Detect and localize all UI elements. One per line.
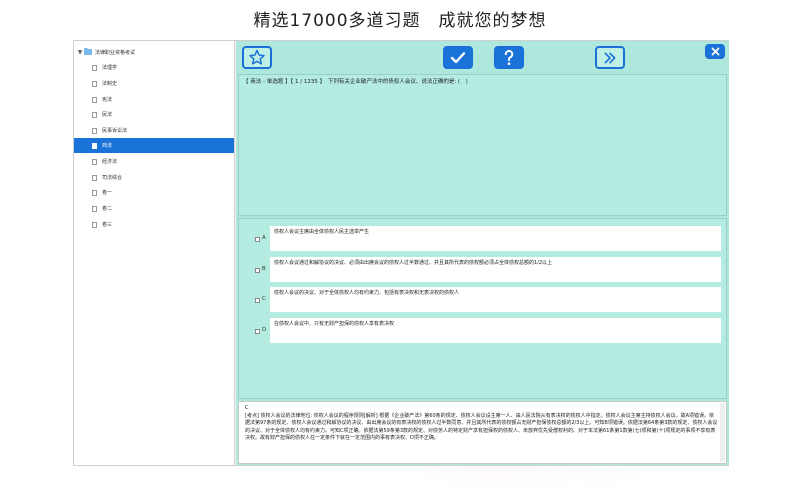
close-button[interactable] (705, 44, 725, 59)
option-text-box[interactable]: 在债权人会议中、只有无财产担保的债权人享有表决权 (270, 318, 721, 343)
answer-explanation: C [考点] 债权人会议的法律地位: 债权人会议的程序规则[解析] 根据《企业破… (245, 405, 719, 443)
option-c-checkbox[interactable] (255, 298, 260, 303)
sidebar-item-commercial-law[interactable]: 商法 (74, 138, 234, 153)
file-icon (92, 96, 97, 103)
option-letter: D (262, 327, 267, 333)
option-text: 债权人会议通过和解协议的决议、必须由出席会议的债权人过半数通过、并且其所代表的债… (274, 260, 553, 266)
sidebar: ▼ 法律职业资格考试 法理学 法制史 宪法 民法 民事诉讼法 商法 经济法 司法… (74, 41, 235, 465)
disclosure-triangle-icon[interactable]: ▼ (76, 49, 84, 56)
option-letter: B (262, 266, 266, 272)
option-letter: A (262, 235, 266, 241)
file-icon (92, 189, 97, 196)
file-icon (92, 80, 97, 87)
answer-panel[interactable]: C [考点] 债权人会议的法律地位: 债权人会议的程序规则[解析] 根据《企业破… (238, 401, 727, 464)
sidebar-item-economic-law[interactable]: 经济法 (74, 154, 234, 169)
sidebar-item-volume-3[interactable]: 卷三 (74, 217, 234, 232)
double-chevron-right-icon (604, 52, 616, 63)
question-panel: 【 商法 - 单选题 】【 1 / 1235 】 下列有关企业破产法中的债权人会… (238, 74, 727, 216)
toolbar (236, 41, 729, 73)
sidebar-item-label: 商法 (102, 143, 113, 149)
option-c[interactable]: C 债权人会议的决议、对于全体债权人均有约束力、包括有表决权和无表决权的债权人 (239, 280, 728, 312)
sidebar-item-legal-history[interactable]: 法制史 (74, 76, 234, 91)
option-a[interactable]: A 债权人会议主席由全体债权人民主选举产生 (239, 219, 728, 251)
answer-label: C (245, 405, 249, 411)
star-icon (249, 49, 265, 65)
option-d-checkbox[interactable] (255, 329, 260, 334)
option-letter: C (262, 296, 266, 302)
file-icon (92, 64, 97, 71)
file-icon (92, 142, 97, 149)
option-a-checkbox[interactable] (255, 237, 260, 242)
promo-headline: 精选17000多道习题 成就您的梦想 (253, 11, 547, 31)
file-icon (92, 221, 97, 228)
option-text: 债权人会议的决议、对于全体债权人均有约束力、包括有表决权和无表决权的债权人 (274, 290, 460, 296)
favorite-button[interactable] (242, 46, 272, 69)
folder-icon (84, 47, 92, 55)
options-panel: A 债权人会议主席由全体债权人民主选举产生 B 债权人会议通过和解协议的决议、必… (238, 218, 727, 399)
next-question-button[interactable] (595, 46, 625, 69)
sidebar-item-label: 卷一 (102, 190, 113, 196)
show-answer-button[interactable] (494, 46, 524, 69)
close-icon (711, 47, 719, 56)
file-icon (92, 174, 97, 181)
file-icon (92, 127, 97, 134)
app-window: ▼ 法律职业资格考试 法理学 法制史 宪法 民法 民事诉讼法 商法 经济法 司法… (73, 40, 729, 466)
submit-answer-button[interactable] (443, 46, 473, 69)
option-b-checkbox[interactable] (255, 268, 260, 273)
option-text: 在债权人会议中、只有无财产担保的债权人享有表决权 (274, 321, 395, 327)
sidebar-item-label: 法理学 (102, 65, 118, 71)
tree-root[interactable]: ▼ 法律职业资格考试 (76, 45, 234, 59)
sidebar-item-civil-procedure[interactable]: 民事诉讼法 (74, 123, 234, 138)
sidebar-item-volume-1[interactable]: 卷一 (74, 185, 234, 200)
option-d[interactable]: D 在债权人会议中、只有无财产担保的债权人享有表决权 (239, 311, 728, 343)
answer-scrollbar[interactable] (720, 403, 725, 462)
answer-explanation-text: [考点] 债权人会议的法律地位: 债权人会议的程序规则[解析] 根据《企业破产法… (245, 412, 718, 442)
sidebar-item-label: 法制史 (102, 81, 118, 87)
sidebar-item-label: 卷三 (102, 222, 113, 228)
main-content: 【 商法 - 单选题 】【 1 / 1235 】 下列有关企业破产法中的债权人会… (236, 41, 729, 465)
option-text-box[interactable]: 债权人会议通过和解协议的决议、必须由出席会议的债权人过半数通过、并且其所代表的债… (270, 257, 721, 282)
sidebar-item-label: 司法综合 (102, 175, 123, 181)
sidebar-item-label: 民事诉讼法 (102, 128, 128, 134)
option-b[interactable]: B 债权人会议通过和解协议的决议、必须由出席会议的债权人过半数通过、并且其所代表… (239, 250, 728, 282)
question-text: 【 商法 - 单选题 】【 1 / 1235 】 下列有关企业破产法中的债权人会… (243, 79, 468, 85)
sidebar-item-volume-2[interactable]: 卷二 (74, 201, 234, 216)
sidebar-item-label: 民法 (102, 112, 113, 118)
question-icon (504, 50, 514, 66)
checkmark-icon (450, 51, 466, 63)
sidebar-item-label: 卷二 (102, 206, 113, 212)
sidebar-item-constitution[interactable]: 宪法 (74, 92, 234, 107)
file-icon (92, 158, 97, 165)
sidebar-item-judicial-comprehensive[interactable]: 司法综合 (74, 170, 234, 185)
option-text: 债权人会议主席由全体债权人民主选举产生 (274, 229, 370, 235)
file-icon (92, 111, 97, 118)
option-text-box[interactable]: 债权人会议主席由全体债权人民主选举产生 (270, 226, 721, 251)
tree-root-label: 法律职业资格考试 (95, 49, 136, 56)
sidebar-item-civil-law[interactable]: 民法 (74, 107, 234, 122)
sidebar-item-label: 宪法 (102, 97, 113, 103)
sidebar-item-jurisprudence[interactable]: 法理学 (74, 60, 234, 75)
file-icon (92, 205, 97, 212)
option-text-box[interactable]: 债权人会议的决议、对于全体债权人均有约束力、包括有表决权和无表决权的债权人 (270, 287, 721, 312)
sidebar-item-label: 经济法 (102, 159, 118, 165)
